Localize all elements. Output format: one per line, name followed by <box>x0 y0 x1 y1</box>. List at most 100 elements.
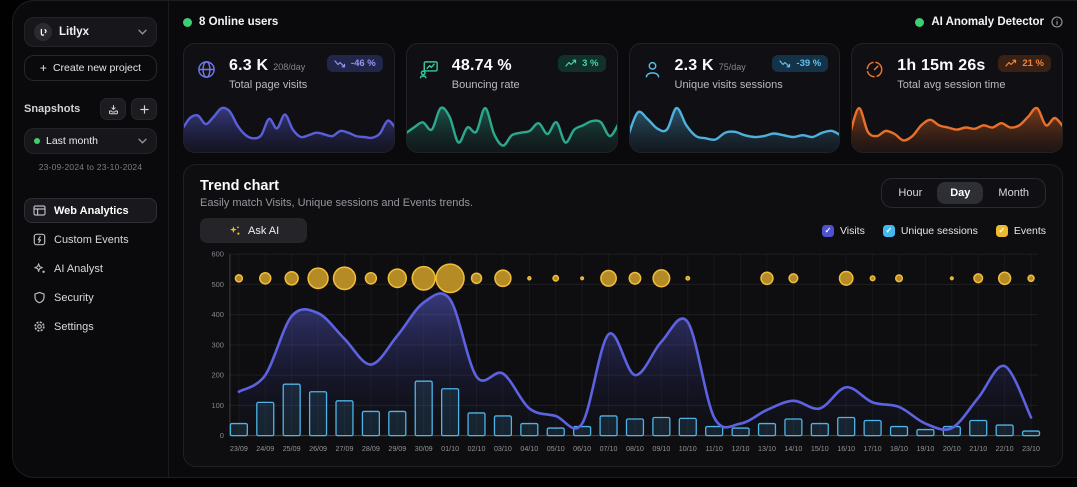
create-project-button[interactable]: + Create new project <box>24 55 157 81</box>
checkbox-visits[interactable]: ✓ <box>822 225 834 237</box>
svg-text:07/10: 07/10 <box>600 444 618 453</box>
legend-unique-sessions[interactable]: ✓ Unique sessions <box>883 225 978 237</box>
svg-text:06/10: 06/10 <box>573 444 591 453</box>
project-name: Litlyx <box>59 26 131 38</box>
sidebar-item-custom-events[interactable]: Custom Events <box>24 227 157 252</box>
badge-delta: -39 % <box>796 58 821 69</box>
trend-badge: 21 % <box>998 55 1051 72</box>
lightning-icon <box>33 233 46 246</box>
anomaly-dot-icon <box>915 18 924 27</box>
snapshot-export-button[interactable] <box>100 98 126 120</box>
card-value: 6.3 K <box>229 57 268 75</box>
card-value: 48.74 % <box>452 57 512 75</box>
tab-day[interactable]: Day <box>937 182 983 204</box>
svg-text:21/10: 21/10 <box>969 444 987 453</box>
snapshots-header: Snapshots <box>24 98 157 120</box>
svg-text:26/09: 26/09 <box>309 444 327 453</box>
online-users: 8 Online users <box>183 16 278 28</box>
topbar: 8 Online users AI Anomaly Detector <box>183 1 1063 43</box>
svg-text:09/10: 09/10 <box>652 444 670 453</box>
litlyx-logo-icon <box>34 23 52 41</box>
svg-text:17/10: 17/10 <box>864 444 882 453</box>
trend-chart-panel: Trend chart Easily match Visits, Unique … <box>183 164 1063 467</box>
download-icon <box>108 104 119 115</box>
svg-text:600: 600 <box>211 250 223 259</box>
shield-icon <box>33 291 46 304</box>
anomaly-detector-label: AI Anomaly Detector <box>931 16 1044 28</box>
sparkles-icon <box>33 262 46 275</box>
gear-icon <box>33 320 46 333</box>
sidebar-item-settings[interactable]: Settings <box>24 314 157 339</box>
svg-text:30/09: 30/09 <box>415 444 433 453</box>
trend-badge: -39 % <box>772 55 828 72</box>
info-icon[interactable] <box>1051 16 1063 28</box>
app-window: Litlyx + Create new project Snapshots <box>12 0 1077 478</box>
checkbox-events[interactable]: ✓ <box>996 225 1008 237</box>
card-value: 2.3 K <box>675 57 714 75</box>
svg-text:01/10: 01/10 <box>441 444 459 453</box>
stat-cards-row: 6.3 K 208/day Total page visits -46 % <box>183 43 1063 153</box>
svg-text:18/10: 18/10 <box>890 444 908 453</box>
card-bouncing-rate[interactable]: 48.74 % Bouncing rate 3 % <box>406 43 618 153</box>
snapshot-period-selector[interactable]: Last month <box>24 128 157 154</box>
legend-visits[interactable]: ✓ Visits <box>822 225 865 237</box>
svg-text:500: 500 <box>211 280 223 289</box>
sparkline-chart <box>183 100 395 153</box>
card-rate: 75/day <box>719 62 746 72</box>
svg-text:05/10: 05/10 <box>547 444 565 453</box>
browser-window-icon <box>33 204 46 217</box>
svg-text:23/10: 23/10 <box>1022 444 1040 453</box>
svg-text:12/10: 12/10 <box>732 444 750 453</box>
snapshot-add-button[interactable] <box>131 98 157 120</box>
trend-chart-area: 010020030040050060023/0924/0925/0926/092… <box>200 247 1046 462</box>
svg-text:04/10: 04/10 <box>520 444 538 453</box>
sparkline-chart <box>851 100 1063 153</box>
svg-text:23/09: 23/09 <box>230 444 248 453</box>
sidebar-nav: Web Analytics Custom Events AI Analyst S… <box>24 198 157 339</box>
sidebar-item-ai-analyst[interactable]: AI Analyst <box>24 256 157 281</box>
card-label: Total page visits <box>229 79 307 91</box>
trend-down-icon <box>779 59 791 68</box>
svg-text:29/09: 29/09 <box>388 444 406 453</box>
legend-events[interactable]: ✓ Events <box>996 225 1046 237</box>
card-rate: 208/day <box>273 62 305 72</box>
svg-text:08/10: 08/10 <box>626 444 644 453</box>
trend-badge: 3 % <box>558 55 605 72</box>
ask-ai-button[interactable]: Ask AI <box>200 218 307 243</box>
svg-text:10/10: 10/10 <box>679 444 697 453</box>
badge-delta: 3 % <box>582 58 598 69</box>
card-avg-session-time[interactable]: 1h 15m 26s Total avg session time 21 % <box>851 43 1063 153</box>
svg-text:20/10: 20/10 <box>943 444 961 453</box>
sidebar-item-web-analytics[interactable]: Web Analytics <box>24 198 157 223</box>
panel-title: Trend chart <box>200 178 473 194</box>
svg-text:13/10: 13/10 <box>758 444 776 453</box>
svg-text:27/09: 27/09 <box>336 444 354 453</box>
create-project-label: Create new project <box>53 62 141 74</box>
anomaly-detector[interactable]: AI Anomaly Detector <box>915 16 1063 28</box>
card-unique-visits[interactable]: 2.3 K 75/day Unique visits sessions -39 … <box>629 43 841 153</box>
tab-month[interactable]: Month <box>985 182 1042 204</box>
card-label: Bouncing rate <box>452 79 520 91</box>
project-selector[interactable]: Litlyx <box>24 17 157 47</box>
ai-sparkle-icon <box>228 224 241 237</box>
svg-text:02/10: 02/10 <box>468 444 486 453</box>
svg-text:24/09: 24/09 <box>256 444 274 453</box>
card-value: 1h 15m 26s <box>897 57 985 75</box>
sidebar-item-security[interactable]: Security <box>24 285 157 310</box>
checkbox-unique-sessions[interactable]: ✓ <box>883 225 895 237</box>
card-label: Unique visits sessions <box>675 79 783 91</box>
globe-icon <box>196 57 220 91</box>
svg-text:11/10: 11/10 <box>705 444 722 453</box>
svg-text:16/10: 16/10 <box>837 444 855 453</box>
badge-delta: 21 % <box>1022 58 1044 69</box>
trend-chart-canvas: 010020030040050060023/0924/0925/0926/092… <box>200 247 1046 462</box>
trend-header: Trend chart Easily match Visits, Unique … <box>200 178 473 209</box>
person-icon <box>642 57 666 91</box>
snapshots-title: Snapshots <box>24 103 100 115</box>
chevron-down-icon <box>138 138 147 144</box>
tab-hour[interactable]: Hour <box>885 182 935 204</box>
card-total-page-visits[interactable]: 6.3 K 208/day Total page visits -46 % <box>183 43 395 153</box>
svg-text:0: 0 <box>220 431 224 440</box>
badge-delta: -46 % <box>351 58 376 69</box>
plus-icon: + <box>40 61 47 75</box>
